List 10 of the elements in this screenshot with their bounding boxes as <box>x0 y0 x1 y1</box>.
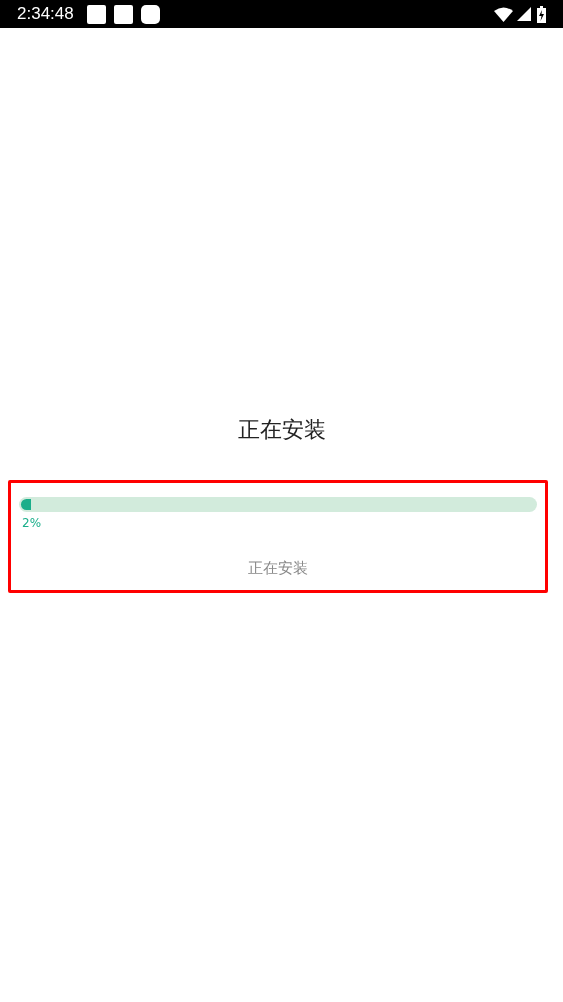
battery-icon <box>537 5 546 23</box>
page-title: 正在安装 <box>236 416 327 444</box>
signal-icon <box>517 7 531 21</box>
status-text: 正在安装 <box>247 558 309 578</box>
notification-icon <box>86 4 106 24</box>
notification-icon <box>140 4 160 24</box>
status-time: 2:34:48 <box>17 3 74 26</box>
progress-percent: 2% <box>22 515 43 531</box>
wifi-icon <box>494 6 513 22</box>
notification-icon <box>113 4 133 24</box>
